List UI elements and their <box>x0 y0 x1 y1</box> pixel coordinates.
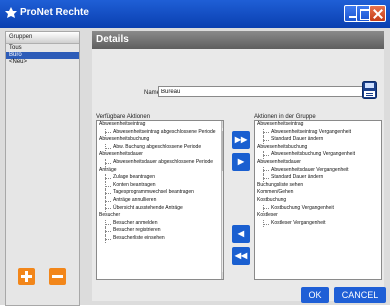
title-bar[interactable]: ProNet Rechte <box>0 0 390 28</box>
app-logo-icon <box>5 7 17 18</box>
scroll-down-arrow-icon[interactable] <box>222 272 223 279</box>
tree-action-item[interactable]: Zulage beantragen <box>97 174 223 182</box>
tree-action-item[interactable]: Kostleser Vergangenheit <box>255 219 381 228</box>
remove-selected-button[interactable]: ◀ <box>232 225 250 243</box>
tree-action-item[interactable]: Abwesenheitsdauer abgeschlossene Periode <box>97 158 223 167</box>
available-scrollbar[interactable] <box>221 121 223 279</box>
tree-category[interactable]: Anträge <box>97 167 223 175</box>
add-selected-button[interactable]: ▶ <box>232 153 250 171</box>
tree-action-item[interactable]: Abwesenheitseintrag Vergangenheit <box>255 128 381 137</box>
tree-action-item[interactable]: Konten beantragen <box>97 181 223 190</box>
tree-action-item[interactable]: Abw. Buchung abgeschlossene Periode <box>97 143 223 152</box>
tree-action-item[interactable]: Abwesenheitseintrag abgeschlossene Perio… <box>97 128 223 137</box>
group-list-item[interactable]: <Neu> <box>6 59 79 66</box>
close-button[interactable] <box>369 5 386 22</box>
tree-category[interactable]: Kommen/Gehen <box>255 189 381 197</box>
tree-action-item[interactable]: Besucherliste einsehen <box>97 234 223 243</box>
group-actions-list[interactable]: Abwesenheitseintrag Abwesenheitseintrag V… <box>254 120 382 280</box>
group-list-item[interactable]: Büro <box>6 52 79 59</box>
tree-action-item[interactable]: Abwesenheitsdauer Vergangenheit <box>255 166 381 175</box>
tree-action-item[interactable]: Kostbuchung Vergangenheit <box>255 204 381 213</box>
ok-button[interactable]: OK <box>301 287 329 303</box>
remove-all-button[interactable]: ◀◀ <box>232 247 250 265</box>
tree-action-item[interactable]: Übersicht ausstehende Anträge <box>97 204 223 213</box>
available-actions-tree: Abwesenheitseintrag Abwesenheitseintrag a… <box>97 121 223 243</box>
groups-panel: Gruppen Tous Büro <Neu> <box>5 31 80 306</box>
tree-category[interactable]: Abwesenheitsdauer <box>97 151 223 159</box>
tree-action-item[interactable]: Tagesprogrammwechsel beantragen <box>97 189 223 197</box>
tree-category[interactable]: Buchungsliste sehen <box>255 182 381 190</box>
group-actions-tree: Abwesenheitseintrag Abwesenheitseintrag V… <box>255 121 381 227</box>
save-icon[interactable] <box>362 81 377 99</box>
available-actions-list[interactable]: Abwesenheitseintrag Abwesenheitseintrag a… <box>96 120 224 280</box>
add-all-button[interactable]: ▶▶ <box>232 131 250 149</box>
scroll-thumb[interactable] <box>222 131 223 171</box>
remove-group-button[interactable] <box>49 268 66 285</box>
scroll-up-arrow-icon[interactable] <box>222 121 223 128</box>
tree-category[interactable]: Abwesenheitsbuchung <box>97 136 223 144</box>
cancel-button[interactable]: CANCEL <box>334 287 386 303</box>
tree-category[interactable]: Kostleser <box>255 212 381 220</box>
groups-header[interactable]: Gruppen <box>6 32 79 44</box>
add-group-button[interactable] <box>18 268 35 285</box>
details-title: Details <box>96 34 129 45</box>
tree-action-item[interactable]: Abwesenheitsbuchung Vergangenheit <box>255 151 381 159</box>
groups-list: Tous Büro <Neu> <box>6 45 79 66</box>
tree-action-item[interactable]: Anträge annullieren <box>97 196 223 205</box>
tree-action-item[interactable]: Besucher registrieren <box>97 227 223 235</box>
tree-category[interactable]: Besucher <box>97 212 223 220</box>
name-field[interactable] <box>158 86 368 97</box>
tree-category[interactable]: Abwesenheitseintrag <box>255 121 381 129</box>
group-list-item[interactable]: Tous <box>6 45 79 52</box>
tree-category[interactable]: Abwesenheitsdauer <box>255 159 381 167</box>
tree-action-item[interactable]: Standard Dauer ändern <box>255 136 381 144</box>
app-window: ProNet Rechte Gruppen Tous Büro <Neu> Deta… <box>0 0 390 306</box>
tree-action-item[interactable]: Besucher anmelden <box>97 219 223 228</box>
tree-category[interactable]: Abwesenheitsbuchung <box>255 144 381 152</box>
tree-action-item[interactable]: Standard Dauer ändern <box>255 174 381 182</box>
details-header: Details <box>92 31 384 49</box>
window-title: ProNet Rechte <box>20 7 89 18</box>
details-panel: Details Name Verfügbare Aktionen Aktione… <box>92 31 384 301</box>
tree-category[interactable]: Kostbuchung <box>255 197 381 205</box>
tree-category[interactable]: Abwesenheitseintrag <box>97 121 223 129</box>
